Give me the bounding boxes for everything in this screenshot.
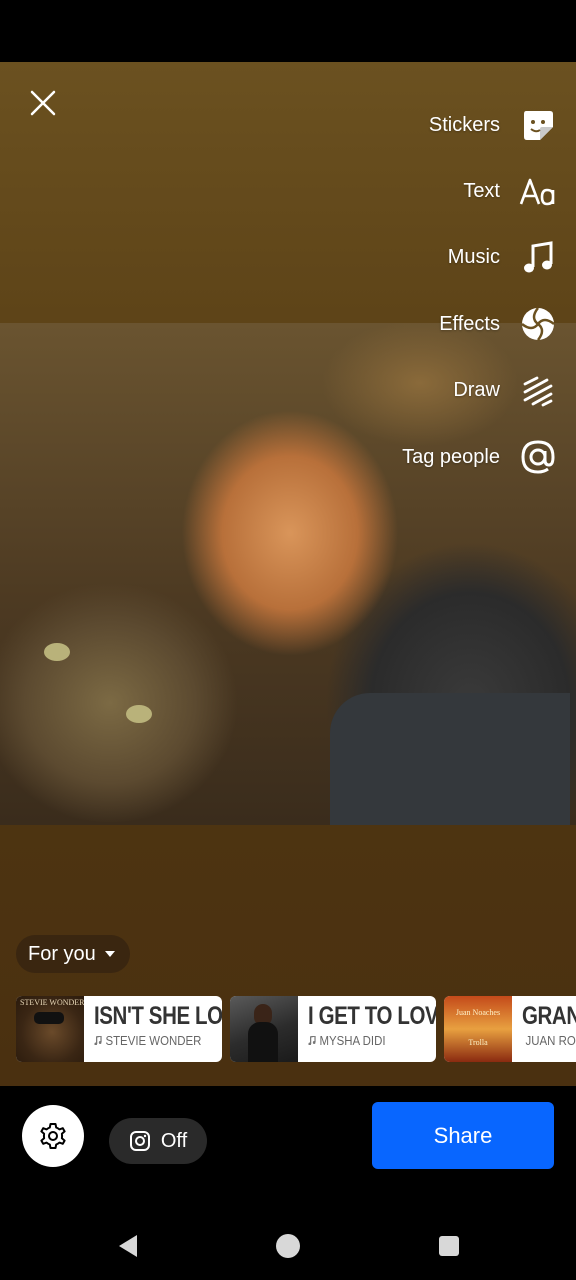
album-art [230,996,298,1062]
draw-squiggle-icon [518,371,558,411]
tool-tag-people[interactable]: Tag people [402,424,558,490]
instagram-share-toggle[interactable]: Off [109,1118,207,1164]
track-title: GRANDE [522,1002,576,1030]
recent-apps-icon[interactable] [439,1236,459,1256]
tool-effects[interactable]: Effects [402,291,558,357]
album-art: STEVIE WONDER [16,996,85,1062]
music-note-icon [518,238,558,278]
track-artist: MYSHA DIDI [319,1033,386,1048]
tool-text[interactable]: Text [402,158,558,224]
music-filter-label: For you [28,942,96,965]
status-bar [0,0,576,62]
settings-button[interactable] [22,1105,84,1167]
track-title: ISN'T SHE LOVELY [94,1002,222,1030]
cat-eye [44,643,70,661]
cat-eye [126,705,152,723]
caret-down-icon [104,951,115,957]
close-button[interactable] [26,86,60,120]
tool-label: Stickers [428,113,500,136]
music-note-icon [94,1036,102,1045]
music-track-card[interactable]: Juan Noaches Trolla GRANDE JUAN RO [444,996,576,1062]
sticker-icon [518,105,558,145]
gear-icon [40,1123,66,1149]
text-aa-icon [518,172,558,212]
album-art-text: STEVIE WONDER [20,998,85,1007]
instagram-icon [129,1131,150,1151]
effects-icon [518,304,558,344]
track-title: I GET TO LOVE YOU [308,1002,436,1030]
album-art: Juan Noaches Trolla [444,996,512,1062]
tool-label: Music [447,246,500,269]
music-suggestions: STEVIE WONDER ISN'T SHE LOVELY STEVIE WO… [16,996,576,1062]
track-artist: STEVIE WONDER [105,1033,202,1048]
tool-label: Effects [439,312,500,335]
hoodie [330,693,570,825]
tool-label: Text [463,180,500,203]
instagram-toggle-state: Off [160,1129,188,1152]
close-icon [30,90,56,116]
music-filter-dropdown[interactable]: For you [16,935,130,973]
tool-label: Draw [453,379,500,402]
music-track-card[interactable]: I GET TO LOVE YOU MYSHA DIDI [230,996,436,1062]
music-note-icon [308,1036,316,1045]
home-icon[interactable] [276,1234,300,1258]
tool-draw[interactable]: Draw [402,358,558,424]
tool-label: Tag people [402,445,500,468]
music-track-card[interactable]: STEVIE WONDER ISN'T SHE LOVELY STEVIE WO… [16,996,222,1062]
track-artist: JUAN RO [525,1033,576,1048]
album-art-text: Juan Noaches Trolla [455,1008,501,1047]
editor-tools: Stickers Text Music Effects Draw Tag peo… [402,92,558,490]
tool-music[interactable]: Music [402,225,558,291]
tool-stickers[interactable]: Stickers [402,92,558,158]
at-sign-icon [518,437,558,477]
share-button[interactable]: Share [372,1102,554,1169]
back-icon[interactable] [116,1234,140,1258]
